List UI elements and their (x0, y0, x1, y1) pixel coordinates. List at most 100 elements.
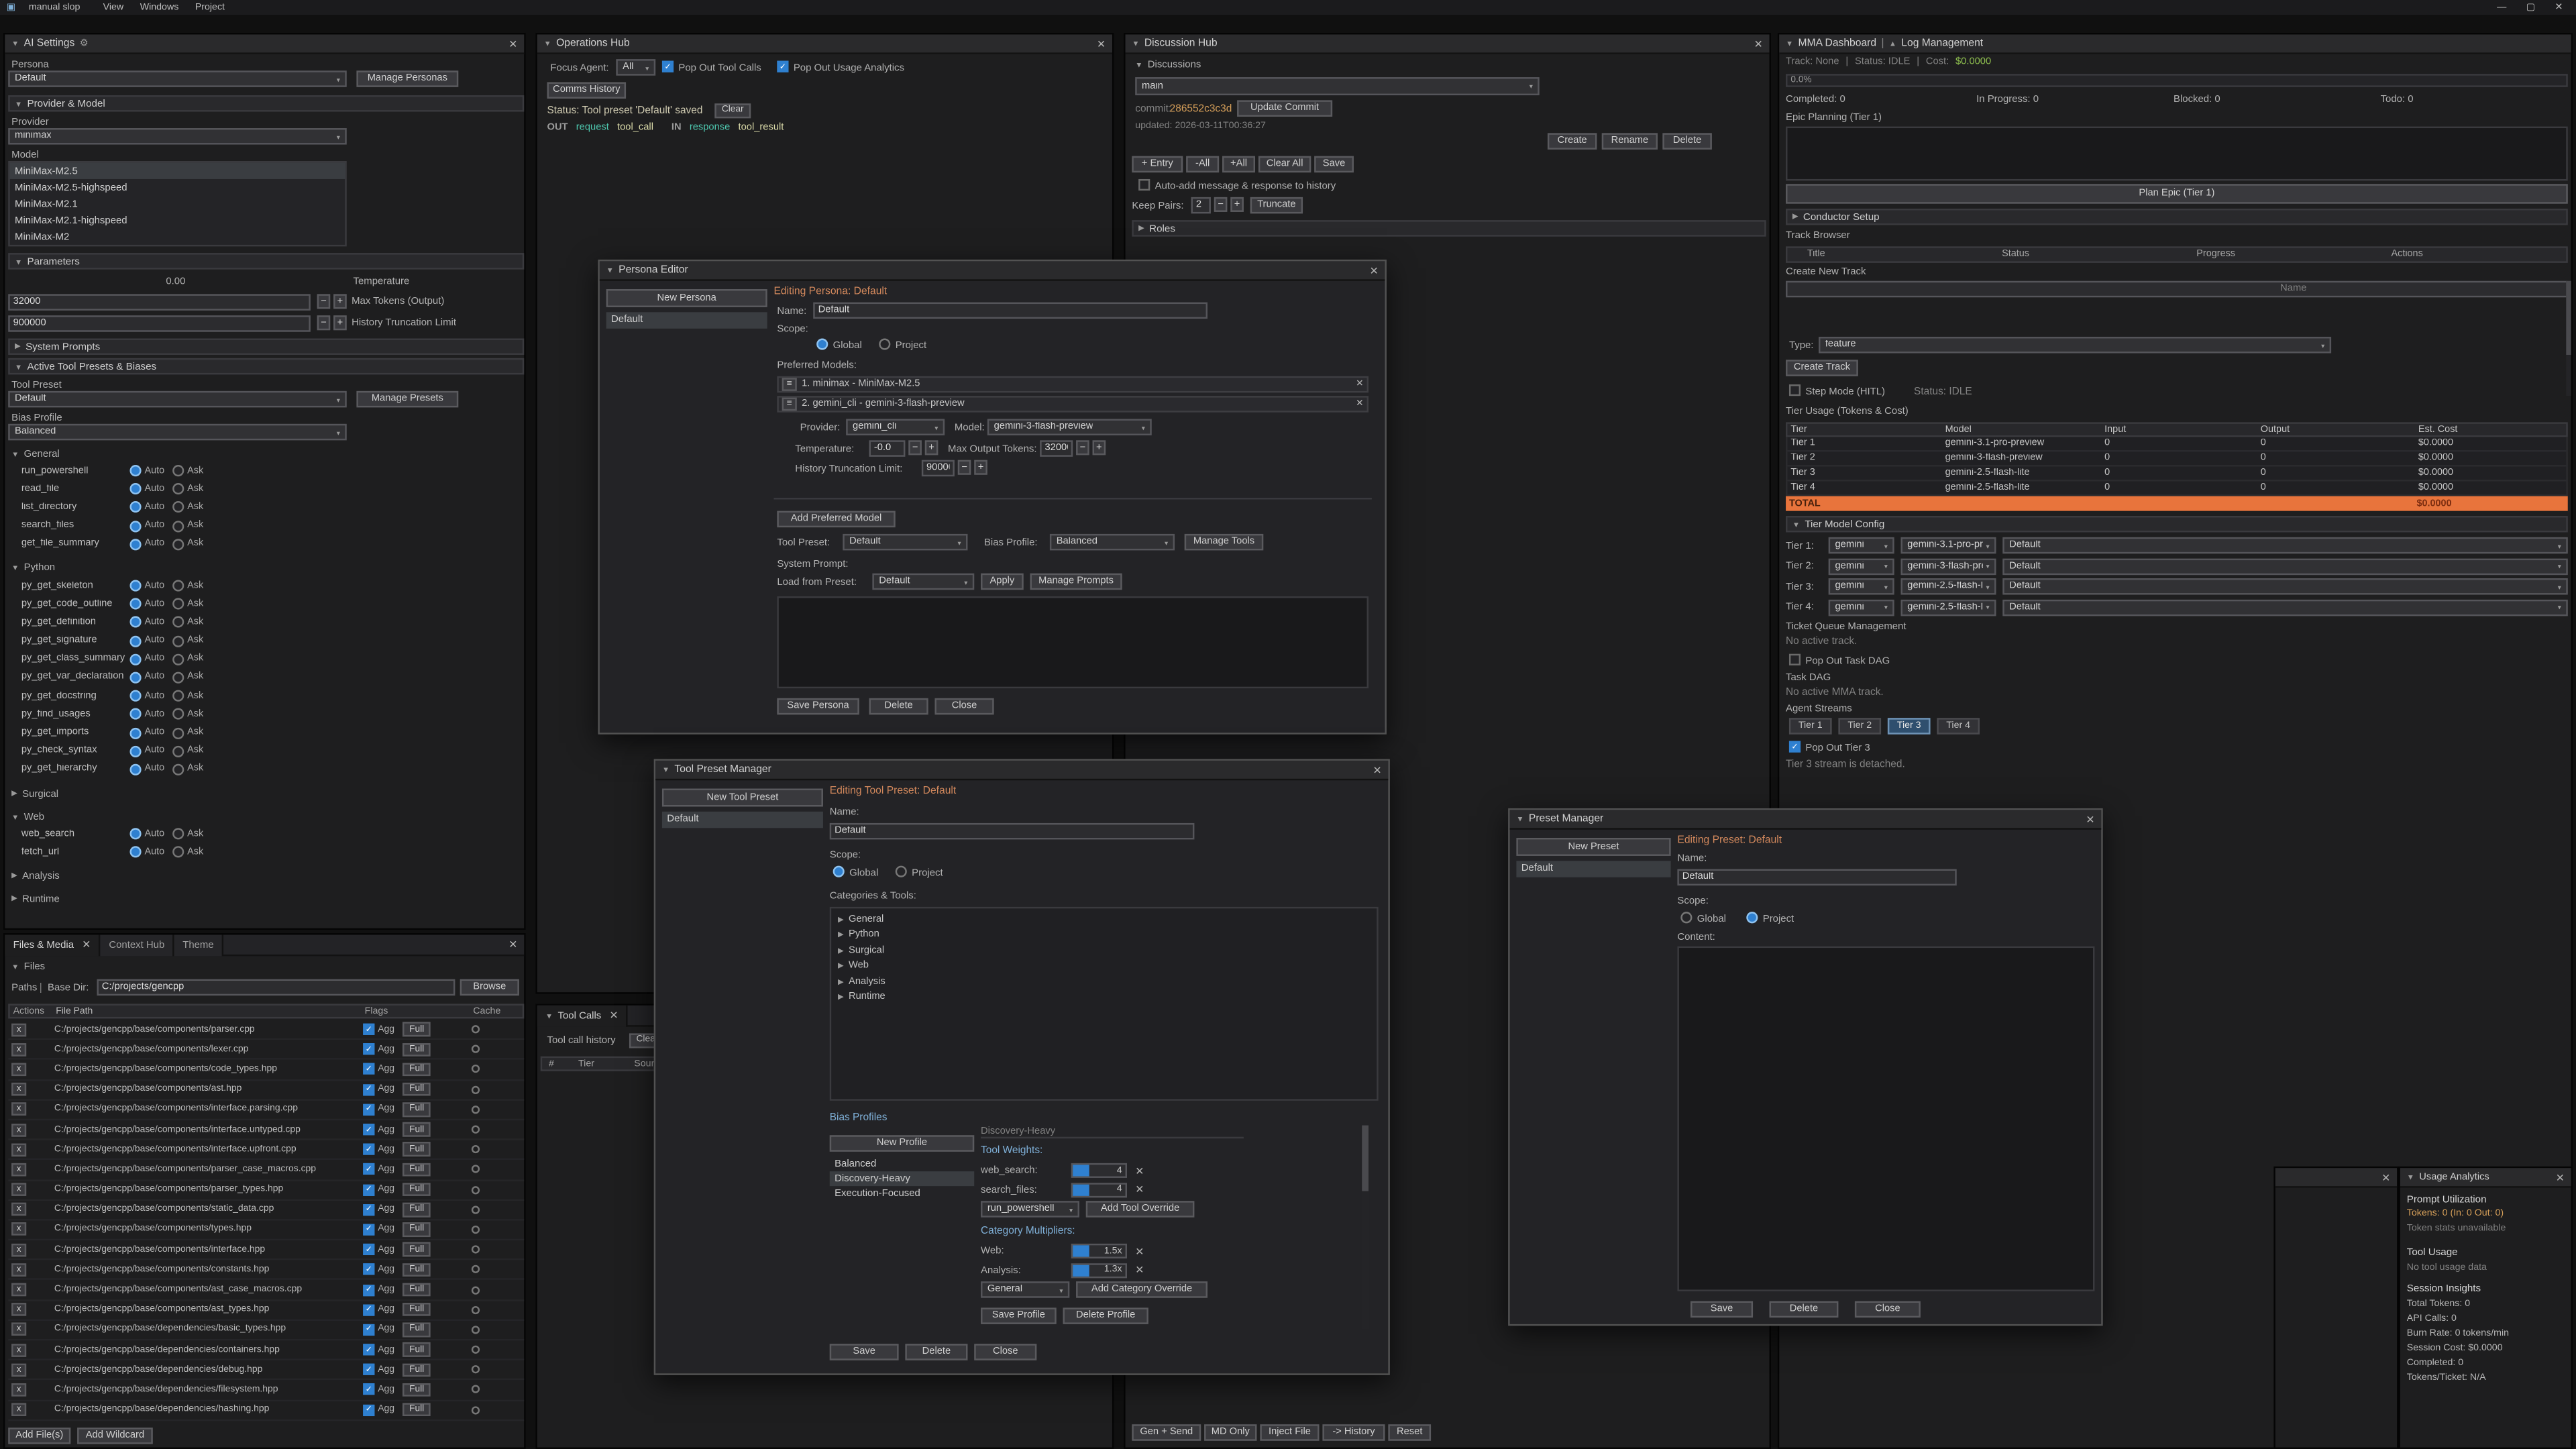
remove-file-button[interactable]: x (11, 1103, 26, 1116)
ask-radio[interactable] (172, 598, 184, 610)
pop-out-tool-calls-checkbox[interactable] (662, 61, 674, 72)
full-button[interactable]: Full (402, 1303, 431, 1317)
agg-checkbox[interactable] (363, 1144, 374, 1155)
max-tokens-input[interactable] (8, 294, 311, 310)
focus-agent-select[interactable]: All ▾ (616, 59, 655, 75)
save-persona-button[interactable]: Save Persona (777, 698, 859, 714)
remove-file-button[interactable]: x (11, 1183, 26, 1196)
max-output-input[interactable] (1040, 440, 1073, 456)
model-list-item[interactable]: MiniMax-M2 (10, 228, 345, 244)
apply-button[interactable]: Apply (981, 574, 1024, 590)
ask-radio[interactable] (172, 653, 184, 665)
to-history-button[interactable]: -> History (1322, 1424, 1385, 1440)
auto-add-checkbox[interactable] (1138, 179, 1150, 191)
agg-checkbox[interactable] (363, 1124, 374, 1135)
agg-checkbox[interactable] (363, 1204, 374, 1216)
auto-radio[interactable] (129, 847, 141, 858)
system-prompt-textarea[interactable] (777, 596, 1368, 688)
save-button[interactable]: Save (830, 1344, 899, 1360)
new-tool-preset-button[interactable]: New Tool Preset (662, 789, 823, 807)
full-button[interactable]: Full (402, 1063, 431, 1077)
collapse-caret-icon[interactable]: ▼ (544, 40, 551, 48)
discussions-section-header[interactable]: ▼ Discussions (1135, 59, 1201, 70)
tab-close-icon[interactable]: ✕ (82, 938, 91, 951)
track-name-input[interactable]: Name (1786, 281, 2568, 297)
auto-radio[interactable] (129, 690, 141, 702)
history-limit-input[interactable] (922, 460, 955, 476)
close-icon[interactable]: ✕ (1370, 264, 1379, 277)
conductor-setup-header[interactable]: ▶ Conductor Setup (1786, 209, 2568, 225)
full-button[interactable]: Full (402, 1042, 431, 1057)
full-button[interactable]: Full (402, 1083, 431, 1097)
save-button[interactable]: Save (1690, 1301, 1753, 1318)
auto-radio[interactable] (129, 727, 141, 739)
log-caret-icon[interactable]: ▲ (1889, 40, 1896, 48)
manage-presets-button[interactable]: Manage Presets (356, 391, 458, 407)
preset-content-textarea[interactable] (1677, 947, 2094, 1291)
auto-radio[interactable] (129, 520, 141, 531)
list-item[interactable]: Default (606, 312, 767, 327)
scrollbar[interactable] (1362, 1126, 1368, 1330)
tree-item[interactable]: ▶ General (831, 912, 1377, 927)
auto-radio[interactable] (129, 745, 141, 757)
persona-select[interactable]: Default ▾ (8, 70, 346, 87)
auto-radio[interactable] (129, 616, 141, 628)
tier-model-select[interactable]: gemini-2.5-flash-lite ▾ (1900, 599, 1996, 615)
history-increment-button[interactable]: + (974, 460, 987, 475)
multiplier-slider[interactable]: 1.3x (1071, 1263, 1127, 1278)
temperature-input[interactable] (869, 440, 906, 456)
preset-name-input[interactable] (830, 823, 1195, 839)
tier-provider-select[interactable]: gemini ▾ (1829, 537, 1894, 553)
pop-out-usage-checkbox[interactable] (777, 61, 788, 72)
truncate-button[interactable]: Truncate (1250, 197, 1303, 213)
pop-out-tier3-checkbox[interactable] (1789, 741, 1801, 752)
weight-slider[interactable]: 4 (1071, 1183, 1127, 1197)
auto-radio[interactable] (129, 484, 141, 495)
reorder-handle-icon[interactable]: ≡ (782, 396, 797, 411)
remove-file-button[interactable]: x (11, 1363, 26, 1377)
collapse-caret-icon[interactable]: ▼ (1132, 40, 1139, 48)
keep-pairs-increment-button[interactable]: + (1230, 197, 1244, 212)
scope-global-radio[interactable] (816, 338, 828, 350)
agg-checkbox[interactable] (363, 1024, 374, 1035)
model-select[interactable]: gemini-3-flash-preview ▾ (987, 419, 1152, 435)
collapse-all-button[interactable]: -All (1186, 156, 1219, 172)
full-button[interactable]: Full (402, 1102, 431, 1116)
scope-project-radio[interactable] (879, 338, 890, 350)
tool-preset-select[interactable]: Default ▾ (8, 391, 346, 407)
tier-preset-select[interactable]: Default ▾ (2002, 537, 2567, 553)
agg-checkbox[interactable] (363, 1284, 374, 1295)
full-button[interactable]: Full (402, 1403, 431, 1417)
add-tool-override-button[interactable]: Add Tool Override (1086, 1201, 1195, 1217)
save-profile-button[interactable]: Save Profile (981, 1307, 1057, 1324)
ask-radio[interactable] (172, 828, 184, 840)
tool-group-header[interactable]: ▶ Surgical (5, 786, 268, 802)
weight-slider[interactable]: 4 (1071, 1163, 1127, 1178)
persona-editor-titlebar[interactable]: ▼ Persona Editor ✕ (600, 261, 1385, 280)
tier-model-select[interactable]: gemini-3.1-pro-preview ▾ (1900, 537, 1996, 553)
remove-file-button[interactable]: x (11, 1243, 26, 1256)
preset-name-input[interactable] (1677, 869, 1956, 885)
auto-radio[interactable] (129, 502, 141, 513)
history-decrement-button[interactable]: − (317, 315, 331, 330)
multiplier-slider[interactable]: 1.5x (1071, 1244, 1127, 1258)
agg-checkbox[interactable] (363, 1184, 374, 1195)
max-tokens-decrement-button[interactable]: − (317, 294, 331, 309)
full-button[interactable]: Full (402, 1142, 431, 1157)
update-commit-button[interactable]: Update Commit (1237, 100, 1332, 116)
remove-weight-icon[interactable]: ✕ (1135, 1183, 1144, 1197)
tree-item[interactable]: ▶ Web (831, 959, 1377, 974)
full-button[interactable]: Full (402, 1022, 431, 1036)
tier-provider-select[interactable]: gemini ▾ (1829, 599, 1894, 615)
add-preferred-model-button[interactable]: Add Preferred Model (777, 511, 895, 527)
list-item[interactable]: Default (1516, 861, 1670, 876)
close-button[interactable]: Close (934, 698, 994, 714)
add-wildcard-button[interactable]: Add Wildcard (77, 1428, 153, 1444)
remove-file-button[interactable]: x (11, 1203, 26, 1216)
add-entry-button[interactable]: + Entry (1132, 156, 1183, 172)
full-button[interactable]: Full (402, 1223, 431, 1237)
status-clear-button[interactable]: Clear (714, 103, 751, 117)
provider-select[interactable]: gemini_cli ▾ (846, 419, 945, 435)
collapse-caret-icon[interactable]: ▼ (11, 40, 19, 48)
close-icon[interactable]: ✕ (1097, 37, 1106, 50)
